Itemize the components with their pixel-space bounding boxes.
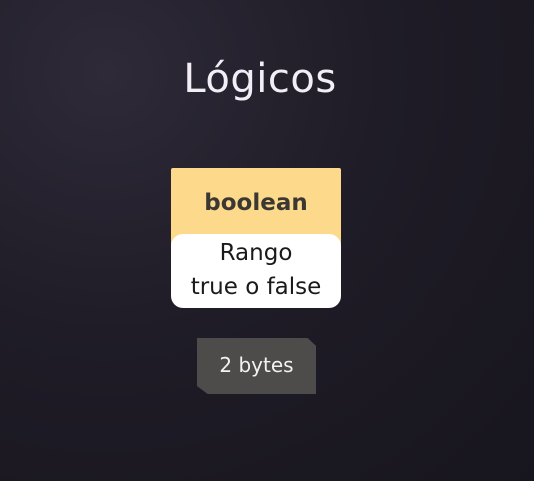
type-card-range: Rango true o false: [171, 234, 341, 308]
data-type-card: boolean Rango true o false: [171, 168, 341, 308]
slide: Lógicos boolean Rango true o false 2 byt…: [0, 0, 534, 481]
type-name: boolean: [204, 190, 308, 216]
slide-title: Lógicos: [183, 56, 337, 102]
size-label: 2 bytes: [219, 353, 294, 377]
range-label: Rango: [219, 240, 293, 266]
size-badge: 2 bytes: [197, 338, 316, 394]
range-values: true o false: [190, 274, 322, 300]
